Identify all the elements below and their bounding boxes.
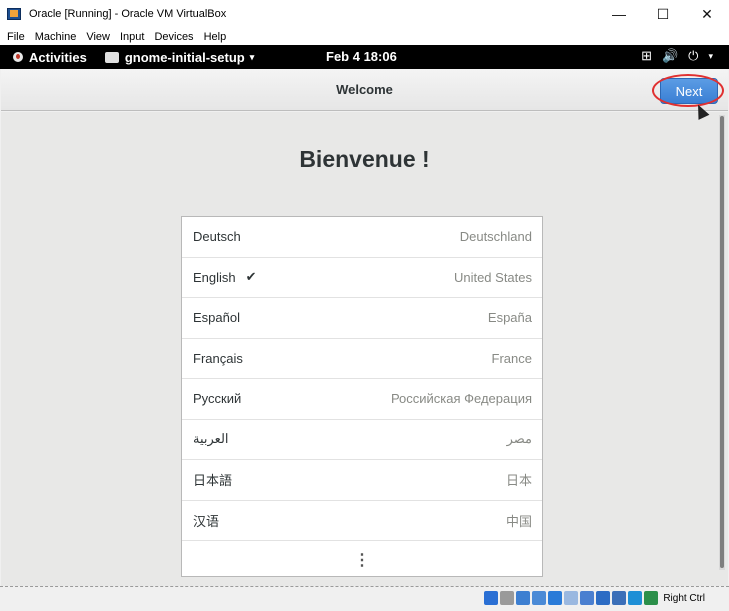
- menu-help[interactable]: Help: [199, 31, 232, 43]
- scrollbar-thumb[interactable]: [720, 116, 724, 568]
- welcome-heading: Bienvenue !: [299, 146, 430, 172]
- vbox-statusbar: Right Ctrl: [0, 586, 729, 611]
- language-region: 中国: [505, 513, 532, 529]
- language-name: Русский: [193, 391, 242, 407]
- keyboard-icon[interactable]: [644, 591, 659, 605]
- language-name: Français: [193, 350, 243, 366]
- more-languages-button[interactable]: ⋮: [182, 541, 542, 578]
- language-name: 汉语: [193, 513, 220, 529]
- window-controls: — ☐ ✕: [597, 0, 729, 28]
- language-list: Deutsch Deutschland English ✔ United Sta…: [181, 216, 543, 577]
- language-name: Español: [193, 310, 240, 326]
- language-row-arabic[interactable]: العربية مصر: [182, 420, 542, 460]
- language-row-chinese[interactable]: 汉语 中国: [182, 501, 542, 541]
- main-content: Bienvenue ! Deutsch Deutschland English …: [1, 112, 728, 586]
- app-menu-icon: [104, 51, 119, 63]
- app-menu[interactable]: gnome-initial-setup ▾: [104, 49, 255, 65]
- language-region: 日本: [505, 473, 532, 489]
- language-region: Российская Федерация: [390, 391, 532, 407]
- display-icon[interactable]: [580, 591, 595, 605]
- headerbar: Welcome: [1, 69, 728, 111]
- language-region: مصر: [506, 431, 532, 447]
- usb-icon[interactable]: [548, 591, 563, 605]
- power-icon: ⏻: [688, 48, 699, 63]
- close-button[interactable]: ✕: [685, 0, 729, 28]
- activities-label: Activities: [29, 49, 87, 65]
- optical-drive-icon[interactable]: [500, 591, 515, 605]
- language-name: Deutsch: [193, 229, 241, 245]
- language-name: العربية: [193, 431, 229, 447]
- language-region: France: [491, 350, 532, 366]
- menu-file[interactable]: File: [0, 31, 30, 43]
- language-region: España: [487, 310, 532, 326]
- maximize-button[interactable]: ☐: [641, 0, 685, 28]
- menu-input[interactable]: Input: [115, 31, 149, 43]
- minimize-button[interactable]: —: [597, 0, 641, 28]
- window-titlebar: Oracle [Running] - Oracle VM VirtualBox …: [0, 0, 729, 28]
- menu-view[interactable]: View: [81, 31, 115, 43]
- shared-folders-icon[interactable]: [564, 591, 579, 605]
- activities-button[interactable]: Activities: [13, 50, 87, 65]
- highlight-ring: [652, 74, 724, 107]
- virtualbox-icon: [6, 6, 22, 22]
- language-region: United States: [453, 269, 532, 285]
- language-row-francais[interactable]: Français France: [182, 339, 542, 379]
- chevron-down-icon: ▾: [249, 51, 255, 62]
- language-row-english[interactable]: English ✔ United States: [182, 258, 542, 298]
- recording-icon[interactable]: [596, 591, 611, 605]
- activities-icon: [13, 52, 23, 62]
- menu-machine[interactable]: Machine: [30, 31, 82, 43]
- language-row-russian[interactable]: Русский Российская Федерация: [182, 379, 542, 420]
- language-name: English: [193, 269, 236, 285]
- language-name: 日本語: [193, 473, 233, 489]
- status-icons: Right Ctrl: [484, 591, 705, 605]
- language-row-espanol[interactable]: Español España: [182, 298, 542, 339]
- volume-icon: 🔊: [661, 48, 679, 63]
- harddisk-icon[interactable]: [484, 591, 499, 605]
- clock[interactable]: Feb 4 18:06: [326, 49, 397, 64]
- mouse-integration-icon[interactable]: [628, 591, 643, 605]
- more-icon: ⋮: [354, 551, 370, 569]
- gnome-topbar: Activities gnome-initial-setup ▾ Feb 4 1…: [0, 45, 729, 69]
- language-row-deutsch[interactable]: Deutsch Deutschland: [182, 217, 542, 258]
- language-region: Deutschland: [459, 229, 532, 245]
- vt-x-icon[interactable]: [612, 591, 627, 605]
- system-menu[interactable]: ⊞ 🔊 ⏻ ▾: [641, 48, 713, 64]
- language-row-japanese[interactable]: 日本語 日本: [182, 460, 542, 501]
- checkmark-icon: ✔: [245, 269, 257, 285]
- language-name-wrap: English ✔: [193, 269, 257, 285]
- page-title: Welcome: [336, 82, 393, 97]
- window-title: Oracle [Running] - Oracle VM VirtualBox: [29, 8, 227, 20]
- audio-icon[interactable]: [516, 591, 531, 605]
- chevron-down-icon: ▾: [708, 50, 713, 61]
- host-key-label: Right Ctrl: [663, 592, 705, 604]
- menu-devices[interactable]: Devices: [149, 31, 198, 43]
- network-icon[interactable]: [532, 591, 547, 605]
- network-icon: ⊞: [641, 48, 652, 63]
- vbox-menubar: File Machine View Input Devices Help: [0, 28, 729, 45]
- app-menu-label: gnome-initial-setup: [124, 49, 245, 65]
